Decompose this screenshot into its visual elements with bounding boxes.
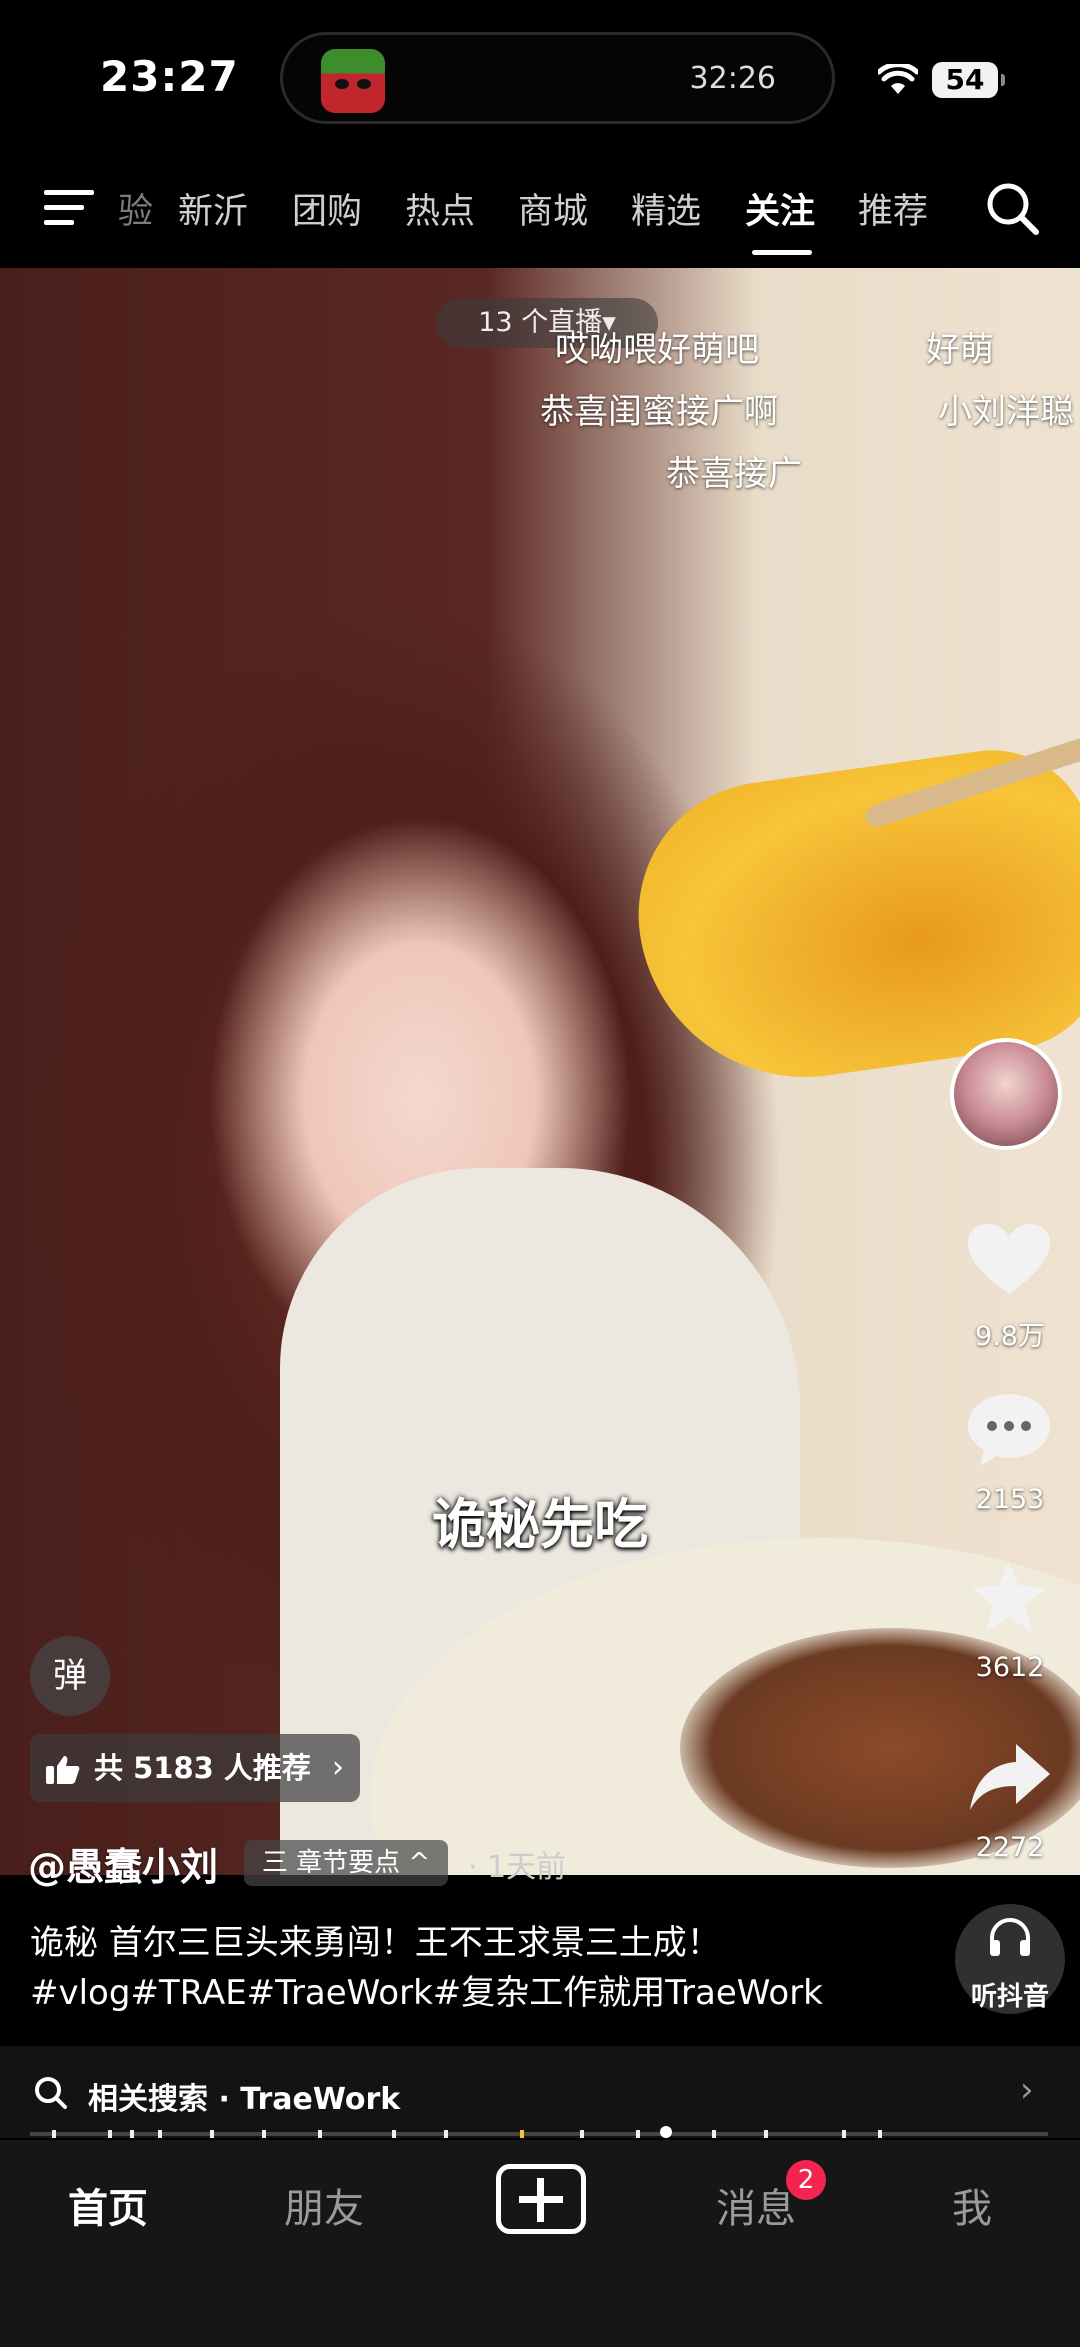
dynamic-island[interactable]: 32:26 bbox=[280, 32, 835, 124]
menu-icon[interactable] bbox=[44, 186, 96, 230]
progress-tick bbox=[130, 2130, 134, 2138]
danmaku-comment: 恭喜接广 bbox=[666, 454, 802, 494]
progress-tick bbox=[636, 2130, 640, 2138]
progress-handle[interactable] bbox=[660, 2126, 672, 2138]
battery-indicator: 54 bbox=[932, 62, 1005, 98]
author-name[interactable]: @愚蠢小刘 bbox=[28, 1836, 218, 1891]
like-count: 9.8万 bbox=[975, 1321, 1045, 1352]
active-tab-indicator bbox=[752, 250, 812, 255]
tab-mall[interactable]: 商城 bbox=[518, 183, 588, 234]
progress-tick bbox=[210, 2130, 214, 2138]
tab-partial[interactable]: 验 bbox=[118, 183, 153, 234]
tab-groupbuy[interactable]: 团购 bbox=[292, 183, 362, 234]
progress-tick bbox=[392, 2130, 396, 2138]
bottom-tab-friends[interactable]: 朋友 bbox=[284, 2176, 364, 2234]
tab-xinyi[interactable]: 新沂 bbox=[178, 183, 248, 234]
danmaku-comment: 恭喜闺蜜接广啊 bbox=[540, 392, 778, 432]
progress-tick bbox=[262, 2130, 266, 2138]
progress-tick bbox=[520, 2130, 524, 2138]
tab-following[interactable]: 关注 bbox=[745, 183, 815, 234]
progress-tick bbox=[108, 2130, 112, 2138]
post-time: · 1天前 bbox=[468, 1850, 567, 1885]
danmaku-comment: 好萌 bbox=[926, 330, 994, 370]
video-subtitle: 诡秘先吃 bbox=[432, 1493, 648, 1556]
chevron-right-icon[interactable]: › bbox=[1020, 2070, 1034, 2110]
progress-tick bbox=[878, 2130, 882, 2138]
wifi-icon bbox=[878, 64, 918, 94]
chapter-summary-button[interactable]: 三 章节要点 ^ bbox=[244, 1840, 448, 1886]
progress-tick bbox=[764, 2130, 768, 2138]
author-avatar[interactable] bbox=[950, 1038, 1062, 1150]
progress-tick bbox=[52, 2130, 56, 2138]
messages-badge: 2 bbox=[786, 2160, 826, 2200]
caption-line: 诡秘 首尔三巨头来勇闯！王不王求景三土成！ bbox=[30, 1923, 721, 1963]
video-progress-bar[interactable] bbox=[30, 2132, 1048, 2136]
tab-featured[interactable]: 精选 bbox=[631, 183, 701, 234]
chevron-right-icon: › bbox=[332, 1750, 344, 1785]
tab-recommend[interactable]: 推荐 bbox=[858, 183, 928, 234]
caption-hashtags[interactable]: #vlog#TRAE#TraeWork#复杂工作就用TraeWork bbox=[30, 1968, 930, 2018]
related-search-label[interactable]: 相关搜索 · TraeWork bbox=[88, 2074, 400, 2118]
like-icon[interactable] bbox=[966, 1222, 1052, 1298]
danmaku-toggle-button[interactable]: 弹 bbox=[30, 1636, 110, 1716]
danmaku-comment: 哎呦喂好萌吧 bbox=[555, 330, 759, 370]
video-player[interactable] bbox=[0, 268, 1080, 1875]
tab-hot[interactable]: 热点 bbox=[405, 183, 475, 234]
bottom-tab-messages[interactable]: 消息 bbox=[716, 2176, 796, 2234]
listen-button[interactable] bbox=[955, 1904, 1065, 2014]
recommend-text: 共 5183 人推荐 bbox=[94, 1751, 311, 1785]
progress-tick bbox=[318, 2130, 322, 2138]
add-post-button[interactable] bbox=[496, 2164, 586, 2234]
progress-tick bbox=[158, 2130, 162, 2138]
recommend-pill[interactable]: 共 5183 人推荐 › bbox=[30, 1734, 360, 1802]
search-icon bbox=[35, 2077, 67, 2109]
bottom-tab-me[interactable]: 我 bbox=[952, 2176, 992, 2234]
progress-tick bbox=[712, 2130, 716, 2138]
thumbs-up-icon bbox=[46, 1756, 80, 1784]
favorite-count: 3612 bbox=[975, 1652, 1045, 1683]
bottom-tab-home[interactable]: 首页 bbox=[68, 2176, 148, 2234]
headphones-icon bbox=[990, 1918, 1030, 1956]
comment-icon[interactable] bbox=[966, 1392, 1052, 1468]
listen-label: 听抖音 bbox=[970, 1982, 1049, 2012]
progress-tick bbox=[842, 2130, 846, 2138]
comment-count: 2153 bbox=[975, 1484, 1045, 1515]
share-icon[interactable] bbox=[966, 1740, 1052, 1816]
app-icon bbox=[321, 49, 385, 113]
progress-tick bbox=[580, 2130, 584, 2138]
status-time: 23:27 bbox=[100, 52, 239, 101]
danmaku-comment: 小刘洋聪 bbox=[938, 392, 1074, 432]
island-timer: 32:26 bbox=[689, 61, 776, 96]
search-icon[interactable] bbox=[984, 180, 1040, 236]
favorite-icon[interactable] bbox=[966, 1560, 1052, 1636]
video-caption[interactable]: 诡秘 首尔三巨头来勇闯！王不王求景三土成！ #vlog#TRAE#TraeWor… bbox=[30, 1918, 930, 2018]
progress-tick bbox=[444, 2130, 448, 2138]
share-count: 2272 bbox=[975, 1832, 1045, 1863]
